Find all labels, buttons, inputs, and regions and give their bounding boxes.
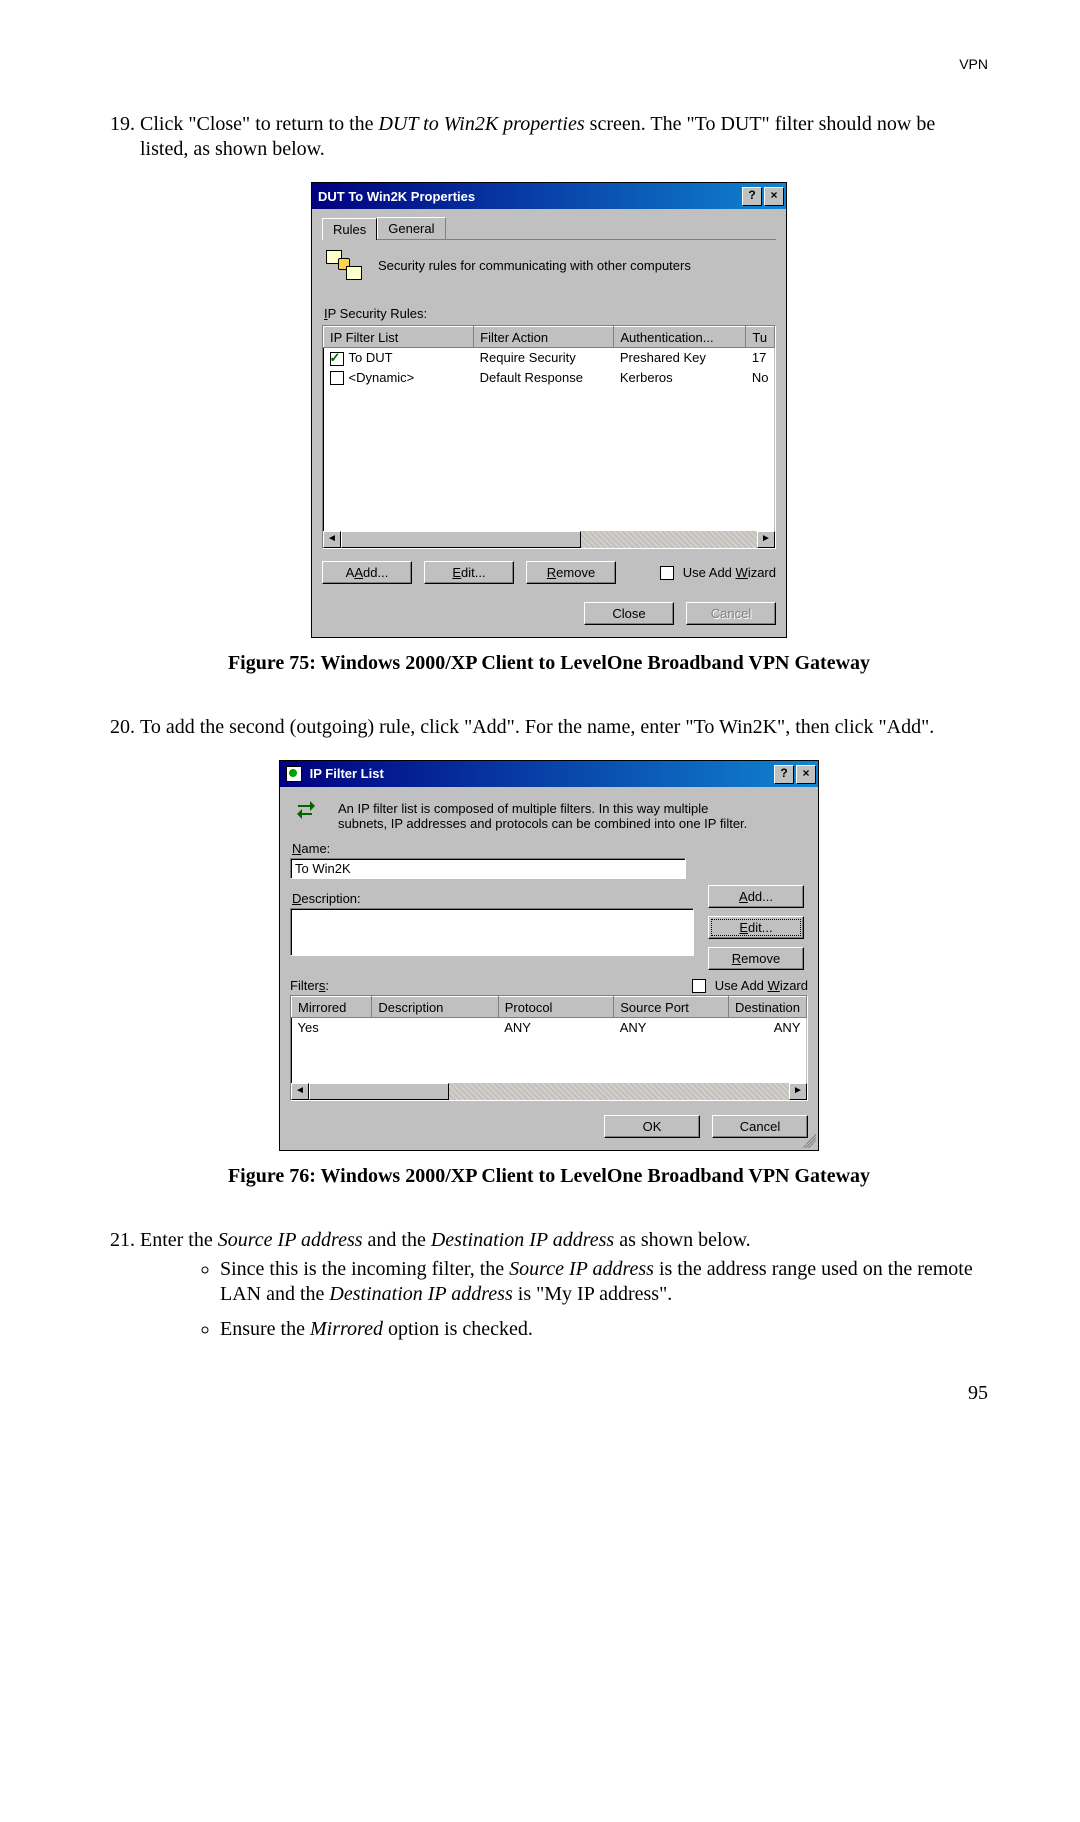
ip-filter-list-dialog: IP Filter List ? × An IP filter list is … [279, 760, 819, 1151]
step-21: Enter the Source IP address and the Dest… [140, 1228, 988, 1342]
filters-list[interactable]: Mirrored Description Protocol Source Por… [290, 995, 808, 1101]
filter-arrows-icon [294, 801, 322, 823]
filters-label: Filters: [290, 978, 329, 993]
remove-button[interactable]: Remove [708, 947, 804, 970]
checkbox-icon[interactable] [330, 352, 344, 366]
dut-properties-dialog: DUT To Win2K Properties ? × Rules Genera… [311, 182, 787, 638]
col-protocol[interactable]: Protocol [498, 997, 613, 1018]
figure-75-caption: Figure 75: Windows 2000/XP Client to Lev… [110, 652, 988, 675]
close-button[interactable]: Close [584, 602, 674, 625]
dialog-title: DUT To Win2K Properties [318, 189, 475, 204]
col-authentication[interactable]: Authentication... [614, 327, 746, 348]
scroll-thumb[interactable] [309, 1083, 449, 1100]
security-rules-list[interactable]: IP Filter List Filter Action Authenticat… [322, 325, 776, 549]
titlebar: IP Filter List ? × [280, 761, 818, 787]
use-add-wizard-checkbox[interactable]: Use Add Wizard [660, 565, 776, 580]
use-add-wizard-checkbox[interactable]: Use Add Wizard [692, 978, 808, 993]
step-19: Click "Close" to return to the DUT to Wi… [140, 112, 988, 162]
resize-grip-icon[interactable] [802, 1134, 816, 1148]
col-filter-action[interactable]: Filter Action [474, 327, 614, 348]
step-20: To add the second (outgoing) rule, click… [140, 715, 988, 740]
page-number: 95 [110, 1382, 988, 1405]
help-icon[interactable]: ? [774, 765, 794, 784]
add-button[interactable]: Add... [708, 885, 804, 908]
page-header: VPN [110, 56, 988, 72]
scroll-left-icon[interactable]: ◄ [291, 1083, 309, 1100]
edit-button[interactable]: Edit... [424, 561, 514, 584]
edit-button[interactable]: Edit... [708, 916, 804, 939]
info-text: Security rules for communicating with ot… [378, 258, 691, 273]
tab-general[interactable]: General [377, 217, 445, 239]
bullet-2: Ensure the Mirrored option is checked. [220, 1317, 988, 1342]
name-input[interactable] [290, 858, 686, 879]
remove-button[interactable]: Remove [526, 561, 616, 584]
col-description[interactable]: Description [372, 997, 498, 1018]
col-ip-filter-list[interactable]: IP Filter List [324, 327, 474, 348]
cancel-button[interactable]: Cancel [712, 1115, 808, 1138]
description-label: Description: [292, 891, 692, 906]
checkbox-icon[interactable] [692, 979, 706, 993]
description-input[interactable] [290, 908, 694, 956]
titlebar: DUT To Win2K Properties ? × [312, 183, 786, 209]
figure-76-caption: Figure 76: Windows 2000/XP Client to Lev… [110, 1165, 988, 1188]
col-source-port[interactable]: Source Port [614, 997, 729, 1018]
table-row[interactable]: <Dynamic> Default Response Kerberos No [324, 368, 775, 388]
dialog-title: IP Filter List [310, 766, 384, 781]
close-icon[interactable]: × [764, 187, 784, 206]
step-19-text-italic: DUT to Win2K properties [379, 113, 585, 135]
col-destination[interactable]: Destination [728, 997, 806, 1018]
tab-rules[interactable]: Rules [322, 218, 377, 240]
horizontal-scrollbar[interactable]: ◄ ► [323, 531, 775, 548]
ip-rules-label: IP Security Rules: [324, 306, 774, 321]
table-row[interactable]: To DUT Require Security Preshared Key 17 [324, 348, 775, 368]
checkbox-icon[interactable] [660, 566, 674, 580]
col-mirrored[interactable]: Mirrored [292, 997, 372, 1018]
checkbox-icon[interactable] [330, 371, 344, 385]
bullet-1: Since this is the incoming filter, the S… [220, 1257, 988, 1307]
cancel-button: Cancel [686, 602, 776, 625]
add-button[interactable]: AAdd... [322, 561, 412, 584]
info-text: An IP filter list is composed of multipl… [338, 801, 758, 831]
scroll-right-icon[interactable]: ► [757, 531, 775, 548]
scroll-left-icon[interactable]: ◄ [323, 531, 341, 548]
help-icon[interactable]: ? [742, 187, 762, 206]
close-icon[interactable]: × [796, 765, 816, 784]
horizontal-scrollbar[interactable]: ◄ ► [291, 1083, 807, 1100]
ok-button[interactable]: OK [604, 1115, 700, 1138]
scroll-right-icon[interactable]: ► [789, 1083, 807, 1100]
scroll-thumb[interactable] [341, 531, 581, 548]
security-network-icon [326, 250, 362, 280]
col-tu[interactable]: Tu [746, 327, 775, 348]
step-19-text-a: Click "Close" to return to the [140, 113, 379, 135]
name-label: Name: [292, 841, 806, 856]
table-row[interactable]: Yes ANY ANY ANY [292, 1018, 807, 1038]
